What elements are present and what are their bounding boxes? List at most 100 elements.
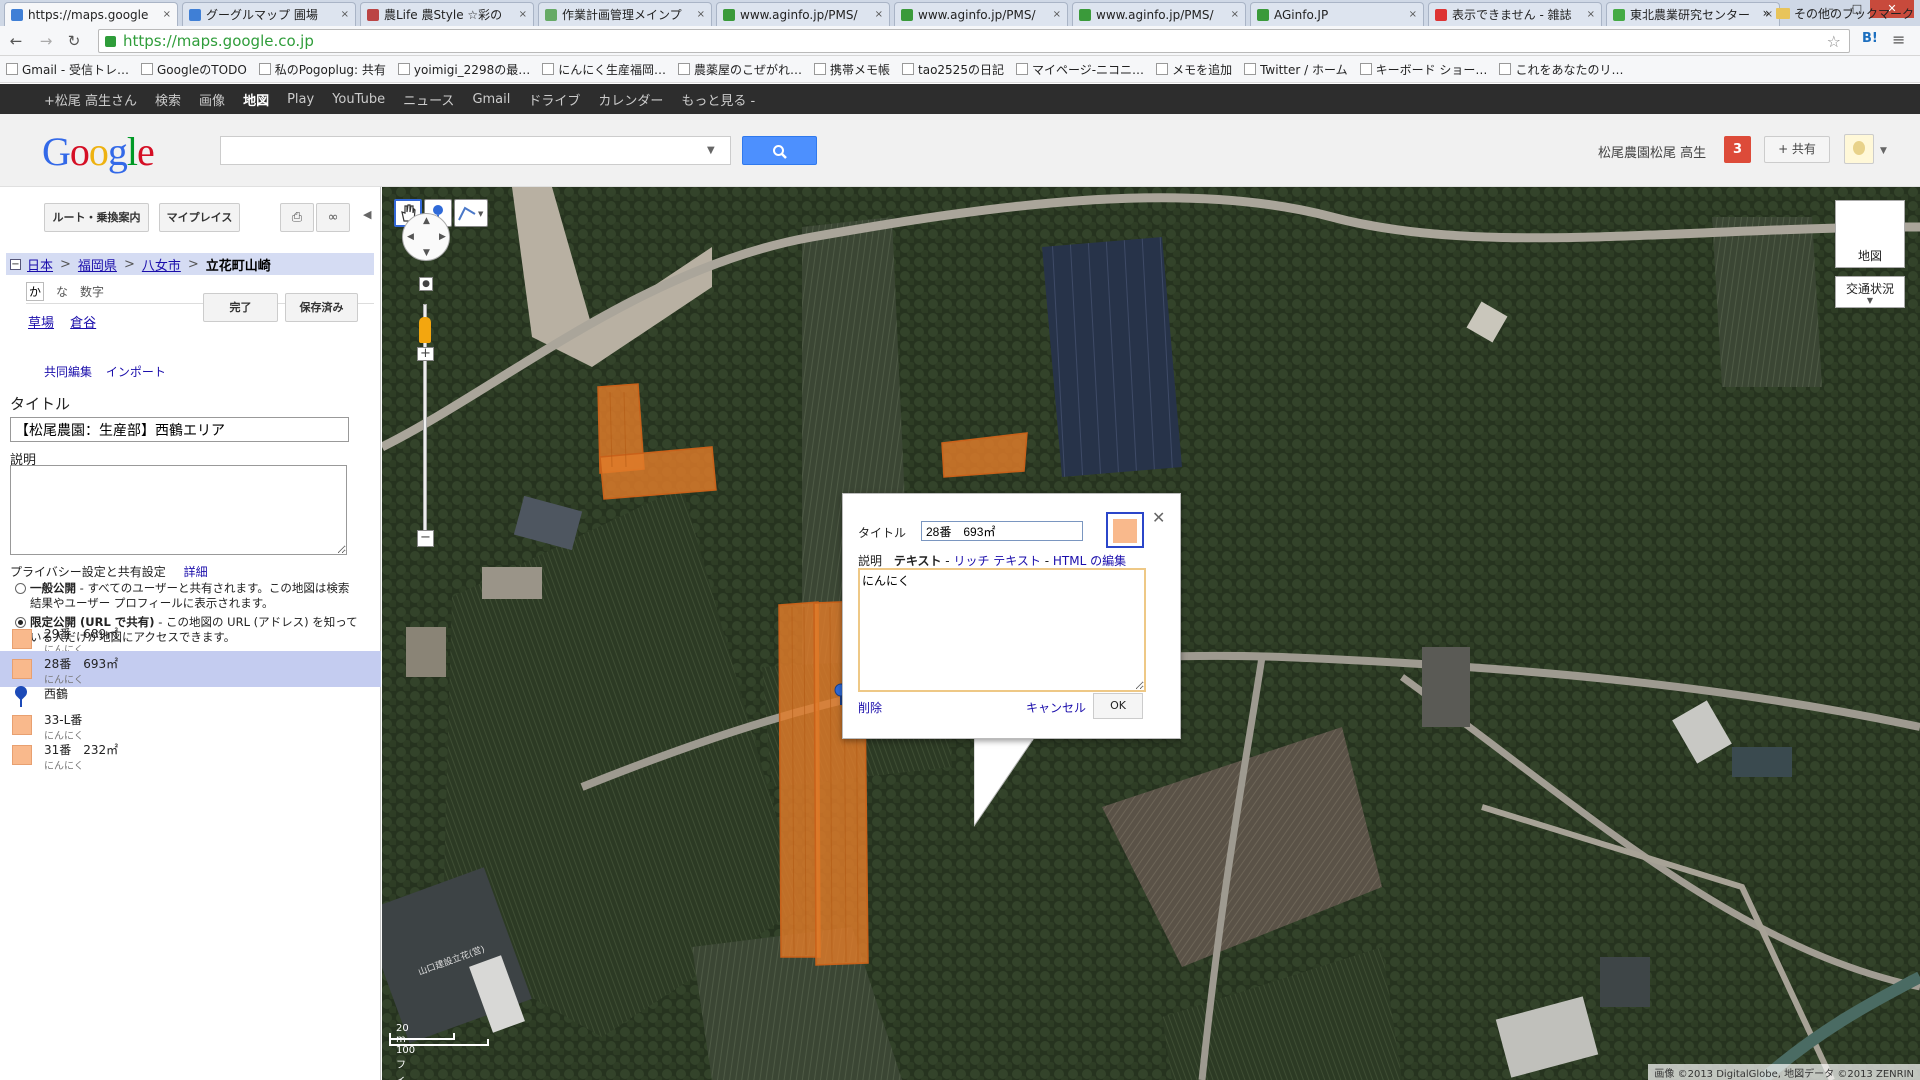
pan-down-icon[interactable]: ▼ [423, 248, 430, 258]
mode-html-link[interactable]: HTML の編集 [1053, 554, 1126, 568]
pan-right-icon[interactable]: ▶ [439, 232, 446, 242]
bookmark-item[interactable]: tao2525の日記 [902, 61, 1004, 78]
feature-list-item[interactable]: 31番 232㎡ にんにく [0, 737, 381, 773]
feature-title-input[interactable] [921, 521, 1083, 541]
ok-button[interactable]: OK [1093, 693, 1143, 719]
bookmark-star-icon[interactable]: ☆ [1827, 32, 1841, 51]
kana-tab-number[interactable]: 数字 [80, 283, 104, 300]
kana-tab-na[interactable]: な [56, 283, 68, 300]
map-title-input[interactable] [10, 417, 349, 442]
tab-close-icon[interactable]: × [1053, 9, 1061, 20]
map-type-button[interactable]: 地図 [1835, 200, 1905, 268]
other-bookmarks[interactable]: その他のブックマーク [1775, 5, 1914, 22]
browser-tab[interactable]: www.aginfo.jp/PMS/ × [894, 2, 1068, 26]
area-link-kuratani[interactable]: 倉谷 [70, 316, 96, 331]
browser-tab[interactable]: www.aginfo.jp/PMS/ × [716, 2, 890, 26]
bookmark-item[interactable]: GoogleのTODO [140, 61, 247, 78]
google-logo[interactable]: Google [42, 128, 155, 175]
browser-tab[interactable]: www.aginfo.jp/PMS/ × [1072, 2, 1246, 26]
bookmark-item[interactable]: Gmail - 受信トレ… [6, 61, 129, 78]
recenter-icon[interactable]: ● [419, 277, 433, 291]
gbar-item[interactable]: ニュース [403, 90, 454, 109]
user-name[interactable]: 松尾農園松尾 高生 [1598, 142, 1706, 161]
gbar-item[interactable]: YouTube [332, 92, 385, 107]
browser-tab[interactable]: 農Life 農Style ☆彩の × [360, 2, 534, 26]
tab-close-icon[interactable]: × [1587, 9, 1595, 20]
my-places-button[interactable]: マイプレイス [159, 203, 240, 232]
browser-tab[interactable]: 作業計画管理メインプ × [538, 2, 712, 26]
browser-tab[interactable]: 表示できません - 雑誌 × [1428, 2, 1602, 26]
tab-close-icon[interactable]: × [1231, 9, 1239, 20]
mode-rich-text-link[interactable]: リッチ テキスト [953, 554, 1040, 568]
gbar-item[interactable]: Play [287, 92, 314, 107]
print-icon[interactable]: ⎙ [280, 203, 314, 232]
tab-close-icon[interactable]: × [341, 9, 349, 20]
done-button[interactable]: 完了 [203, 293, 278, 322]
gbar-item[interactable]: 検索 [155, 90, 181, 109]
pan-left-icon[interactable]: ◀ [407, 232, 414, 242]
bookmark-item[interactable]: Twitter / ホーム [1244, 61, 1348, 78]
search-input[interactable] [220, 136, 731, 165]
bookmark-item[interactable]: これをあなたのリ… [1499, 61, 1623, 78]
gbar-item[interactable]: Gmail [472, 92, 510, 107]
area-link-kusaba[interactable]: 草場 [28, 316, 54, 331]
url-input[interactable]: https://maps.google.co.jp ☆ [98, 29, 1850, 53]
import-link[interactable]: インポート [106, 365, 166, 379]
pegman-icon[interactable] [419, 317, 431, 343]
reload-icon[interactable]: ↻ [64, 31, 84, 51]
bookmark-item[interactable]: 農薬屋のこぜがれ… [677, 61, 802, 78]
gbar-item[interactable]: +松尾 高生さん [44, 90, 137, 109]
browser-tab[interactable]: AGinfo.JP × [1250, 2, 1424, 26]
field-29-extension-polygon[interactable] [599, 446, 717, 500]
collaborate-link[interactable]: 共同編集 [44, 365, 92, 379]
color-picker-button[interactable] [1106, 512, 1144, 548]
tab-close-icon[interactable]: × [519, 9, 527, 20]
back-icon[interactable]: ← [6, 31, 26, 51]
chevron-down-icon[interactable]: ▼ [1880, 146, 1887, 156]
pan-up-icon[interactable]: ▲ [423, 216, 430, 226]
gbar-item[interactable]: もっと見る - [681, 90, 755, 109]
tab-close-icon[interactable]: × [697, 9, 705, 20]
route-button[interactable]: ルート・乗換案内 [44, 203, 149, 232]
breadcrumb-fukuoka[interactable]: 福岡県 [78, 255, 117, 274]
tab-close-icon[interactable]: × [1409, 9, 1417, 20]
zoom-out-icon[interactable]: − [417, 530, 434, 547]
hatena-bookmark-icon[interactable]: B! [1862, 31, 1878, 46]
search-dropdown-icon[interactable]: ▼ [707, 145, 715, 156]
gbar-item[interactable]: 画像 [199, 90, 225, 109]
tab-close-icon[interactable]: × [875, 9, 883, 20]
map-description-input[interactable] [10, 465, 347, 555]
notification-badge[interactable]: 3 [1724, 136, 1751, 163]
search-button[interactable] [742, 136, 817, 165]
gbar-item[interactable]: ドライブ [528, 90, 580, 109]
cancel-link[interactable]: キャンセル [1026, 699, 1086, 716]
bookmarks-more[interactable]: » [1763, 6, 1770, 20]
bookmark-item[interactable]: メモを追加 [1156, 61, 1232, 78]
avatar[interactable] [1844, 134, 1874, 164]
bookmark-item[interactable]: 携帯メモ帳 [814, 61, 890, 78]
privacy-detail-link[interactable]: 詳細 [184, 565, 208, 579]
bookmark-item[interactable]: 私のPogoplug: 共有 [258, 61, 386, 78]
breadcrumb-yame[interactable]: 八女市 [142, 255, 181, 274]
collapse-breadcrumb-icon[interactable]: − [10, 258, 21, 270]
collapse-panel-icon[interactable]: ◀ [363, 208, 371, 221]
bookmark-item[interactable]: にんにく生産福岡… [542, 61, 666, 78]
delete-link[interactable]: 削除 [858, 699, 882, 716]
tab-close-icon[interactable]: × [163, 9, 171, 20]
share-button[interactable]: + 共有 [1764, 136, 1830, 163]
browser-tab[interactable]: https://maps.google × [4, 2, 178, 26]
traffic-button[interactable]: 交通状況 ▼ [1835, 276, 1905, 308]
public-radio[interactable] [15, 583, 26, 594]
close-icon[interactable]: ✕ [1152, 508, 1165, 527]
kana-tab-ka[interactable]: か [26, 282, 45, 301]
bookmark-item[interactable]: キーボード ショー… [1359, 61, 1487, 78]
forward-icon[interactable]: → [36, 31, 56, 51]
link-icon[interactable]: ∞ [316, 203, 350, 232]
bookmark-item[interactable]: マイページ-ニコニ… [1015, 61, 1144, 78]
gbar-item[interactable]: カレンダー [598, 90, 663, 109]
gbar-item[interactable]: 地図 [243, 90, 269, 109]
breadcrumb-japan[interactable]: 日本 [27, 255, 53, 274]
browser-menu-icon[interactable]: ≡ [1892, 30, 1905, 49]
line-tool-icon[interactable]: ▼ [454, 199, 488, 227]
feature-description-input[interactable]: にんにく [858, 568, 1146, 692]
